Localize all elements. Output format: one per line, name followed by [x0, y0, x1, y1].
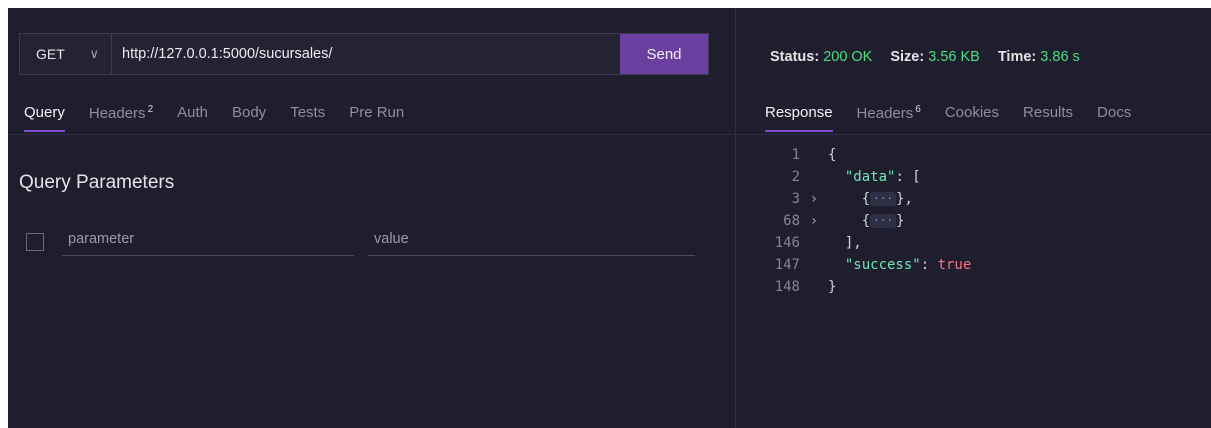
tab-label: Response [765, 104, 833, 121]
tab-label: Headers [88, 105, 146, 122]
time-stat: Time: 3.86 s [997, 49, 1080, 65]
fold-gutter [800, 254, 828, 276]
status-value: 200 OK [823, 49, 873, 65]
response-pane: Status: 200 OK Size: 3.56 KB Time: 3.86 … [736, 8, 1211, 428]
code-token: true [937, 257, 972, 273]
query-parameters-title: Query Parameters [19, 172, 175, 193]
line-number: 146 [774, 235, 800, 251]
line-number: 3 [791, 191, 800, 207]
request-pane: GET ∨ Send Query Headers2 Auth Body Tests Pre… [8, 8, 736, 428]
code-token: { [861, 213, 871, 229]
tab-label: Tests [290, 104, 326, 121]
code-line: 147 "success": true [770, 254, 972, 276]
response-tab-results[interactable]: Results [1023, 104, 1073, 122]
code-line: 146 ], [770, 232, 971, 254]
line-number: 147 [774, 257, 800, 273]
code-line: 68 › {···} [770, 210, 971, 232]
code-text: ], [828, 232, 862, 254]
tab-body[interactable]: Body [232, 104, 266, 122]
url-input[interactable] [112, 34, 620, 74]
divider [8, 134, 735, 135]
request-tabs: Query Headers 2 Auth Body Tests Pre Run [24, 104, 428, 132]
chevron-right-icon[interactable]: › [800, 188, 828, 210]
method-label: GET [36, 46, 65, 62]
code-token: : [ [895, 169, 921, 185]
response-tab-docs[interactable]: Docs [1097, 104, 1131, 122]
code-text: { [828, 144, 836, 166]
response-tab-cookies[interactable]: Cookies [945, 104, 999, 122]
chevron-right-icon[interactable]: › [800, 210, 828, 232]
fold-gutter [800, 144, 828, 166]
collapsed-ellipsis[interactable]: ··· [870, 192, 897, 206]
code-token: { [861, 191, 871, 207]
code-text: "success": true [828, 254, 971, 276]
tab-label: Results [1023, 104, 1074, 121]
fold-gutter [800, 232, 828, 254]
code-token: ], [844, 235, 862, 251]
code-line: 2 "data": [ [770, 166, 971, 188]
tab-label: Body [231, 104, 267, 121]
code-line: 1{ [770, 144, 971, 166]
thunder-client-panel: GET ∨ Send QueryHeaders2AuthBodyTestsPre… [8, 8, 1211, 428]
code-token: } [896, 213, 905, 229]
code-token: }, [896, 191, 913, 207]
line-number: 2 [791, 169, 800, 185]
line-number: 1 [791, 147, 800, 163]
tab-label: Query [24, 104, 65, 121]
code-token: "success" [844, 257, 921, 273]
response-status-bar: Status: 200 OK Size: 3.56 KB Time: 3.86 … [770, 49, 1098, 65]
tab-tests[interactable]: Tests [290, 104, 325, 122]
tab-label: Cookies [944, 104, 1000, 121]
response-body-editor[interactable]: 1{2 "data": [3 › {···}, 68 › {···} 146 ], 147… [770, 144, 972, 298]
tab-label: Docs [1097, 104, 1132, 121]
code-text: } [828, 276, 836, 298]
parameter-input[interactable] [62, 227, 354, 256]
code-token: { [828, 147, 837, 163]
query-parameter-row [26, 227, 709, 256]
code-line: 148} [770, 276, 971, 298]
code-text: "data": [ [828, 166, 921, 188]
tab-count-badge: 2 [147, 104, 154, 115]
tab-label: Headers [856, 105, 914, 122]
line-number: 68 [783, 213, 800, 229]
size-stat: Size: 3.56 KB [890, 49, 980, 65]
tab-label: Pre Run [349, 104, 405, 121]
status-stat: Status: 200 OK [770, 49, 873, 65]
code-token: "data" [844, 169, 896, 185]
parameter-checkbox[interactable] [26, 232, 44, 251]
code-token: : [920, 257, 938, 273]
tab-count-badge: 6 [915, 104, 921, 115]
response-tab-headers[interactable]: Headers 6 [857, 104, 921, 122]
send-button[interactable]: Send [620, 34, 708, 74]
fold-gutter [800, 276, 828, 298]
response-tab-response[interactable]: Response [765, 104, 833, 132]
tab-headers[interactable]: Headers 2 [89, 104, 153, 122]
tab-query[interactable]: Query [24, 104, 65, 132]
code-token: } [828, 279, 837, 295]
tab-auth[interactable]: Auth [177, 104, 208, 122]
value-input[interactable] [368, 227, 695, 256]
collapsed-ellipsis[interactable]: ··· [870, 214, 897, 228]
code-text: {···}, [828, 188, 913, 210]
tab-label: Auth [177, 104, 208, 121]
code-text: {···} [828, 210, 905, 232]
tab-pre-run[interactable]: Pre Run [349, 104, 404, 122]
code-line: 3 › {···}, [770, 188, 971, 210]
time-value: 3.86 s [1040, 49, 1080, 65]
method-select[interactable]: GET ∨ [20, 34, 112, 74]
line-number: 148 [774, 279, 800, 295]
request-bar: GET ∨ Send [19, 33, 709, 75]
response-tabs: Response Headers 6 Cookies Results Docs [765, 104, 1155, 132]
fold-gutter [800, 166, 828, 188]
chevron-down-icon: ∨ [89, 46, 99, 61]
divider [736, 134, 1211, 135]
size-value: 3.56 KB [928, 49, 980, 65]
